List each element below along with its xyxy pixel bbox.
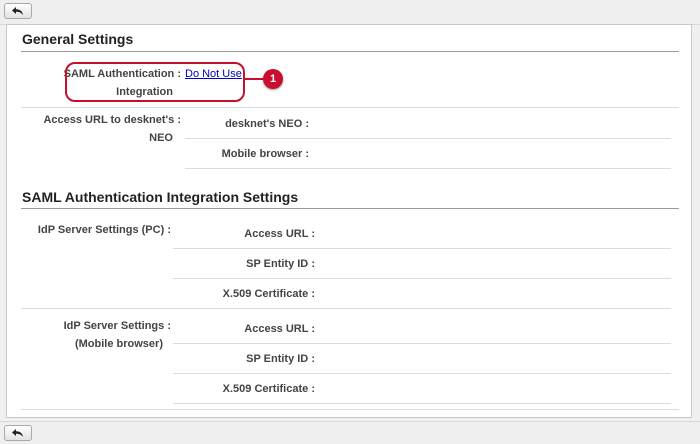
- callout-box: [65, 62, 245, 102]
- saml-settings-title: SAML Authentication Integration Settings: [22, 189, 299, 205]
- idp-pc-label: IdP Server Settings (PC) :: [37, 224, 171, 236]
- back-arrow-icon: [12, 429, 23, 437]
- divider-9: [173, 403, 671, 404]
- mobile-access-url-label: Access URL :: [244, 323, 315, 335]
- access-url-label: Access URL to desknet's : NEO: [43, 114, 181, 144]
- bottom-toolbar: [0, 421, 700, 444]
- callout-badge-1: 1: [263, 69, 283, 89]
- settings-panel: General Settings SAML Authentication : I…: [6, 24, 692, 418]
- divider-8: [173, 373, 671, 374]
- mobile-x509-label: X.509 Certificate :: [222, 383, 315, 395]
- pc-x509-label: X.509 Certificate :: [222, 288, 315, 300]
- divider-6: [21, 308, 671, 309]
- back-button-top[interactable]: [4, 3, 32, 19]
- idp-mobile-label: IdP Server Settings : (Mobile browser): [63, 320, 171, 350]
- divider-10: [21, 409, 679, 410]
- divider-1: [21, 107, 679, 108]
- callout-connector: [245, 78, 265, 80]
- saml-settings-rule: [21, 208, 679, 209]
- access-mobile-label: Mobile browser :: [221, 148, 309, 160]
- divider-4: [173, 248, 671, 249]
- divider-2: [185, 138, 671, 139]
- general-settings-title: General Settings: [22, 31, 134, 47]
- pc-sp-entity-label: SP Entity ID :: [246, 258, 315, 270]
- back-arrow-icon: [12, 7, 23, 15]
- back-button-bottom[interactable]: [4, 425, 32, 441]
- general-settings-rule: [21, 51, 679, 52]
- divider-5: [173, 278, 671, 279]
- divider-3: [185, 168, 671, 169]
- top-toolbar: [0, 0, 700, 25]
- divider-7: [173, 343, 671, 344]
- pc-access-url-label: Access URL :: [244, 228, 315, 240]
- access-neo-label: desknet's NEO :: [225, 118, 309, 130]
- mobile-sp-entity-label: SP Entity ID :: [246, 353, 315, 365]
